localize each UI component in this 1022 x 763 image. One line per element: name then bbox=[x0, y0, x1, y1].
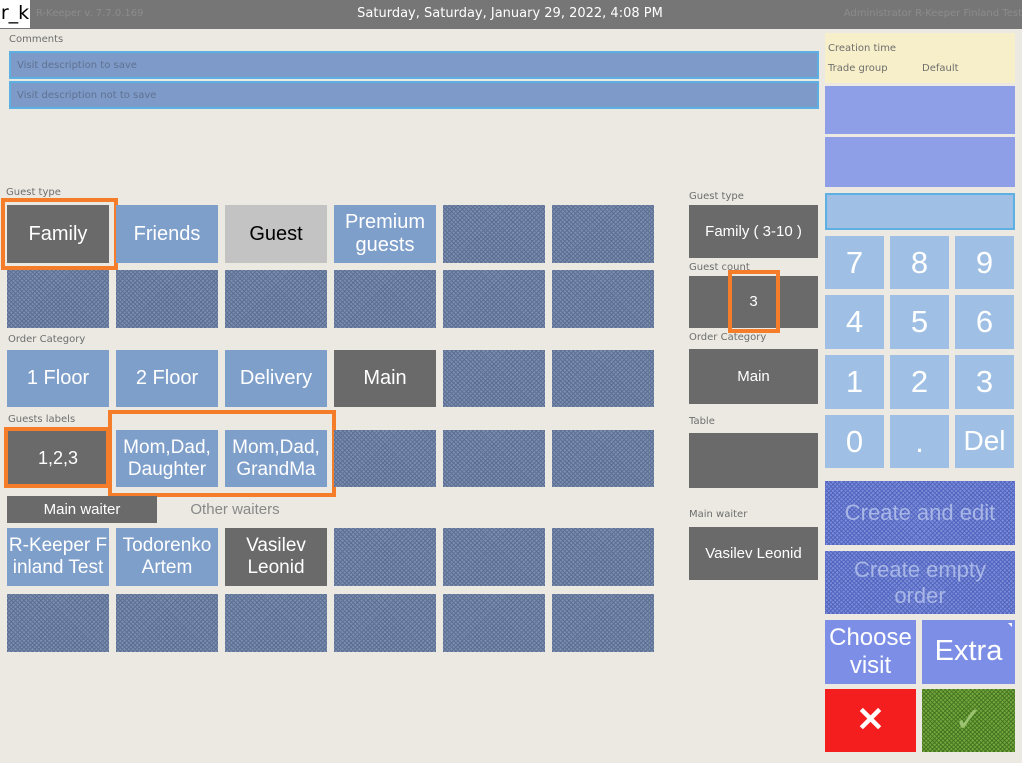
guest-type-premium-button[interactable]: Premium guests bbox=[334, 205, 436, 263]
empty-slot bbox=[443, 528, 545, 586]
empty-slot bbox=[225, 594, 327, 652]
current-user: Administrator R-Keeper Finland Test bbox=[843, 8, 1022, 19]
key-dot[interactable]: . bbox=[890, 415, 949, 468]
empty-slot bbox=[552, 270, 654, 328]
key-9[interactable]: 9 bbox=[955, 236, 1014, 289]
info-area-2 bbox=[825, 137, 1015, 187]
numeric-entry-field[interactable] bbox=[825, 193, 1015, 230]
empty-slot bbox=[7, 594, 109, 652]
empty-slot bbox=[7, 270, 109, 328]
highlight-family bbox=[1, 198, 118, 270]
key-6[interactable]: 6 bbox=[955, 295, 1014, 349]
empty-slot bbox=[443, 205, 545, 263]
key-7[interactable]: 7 bbox=[825, 236, 884, 289]
order-category-2floor-button[interactable]: 2 Floor bbox=[116, 350, 218, 407]
highlight-family-labels bbox=[108, 410, 336, 497]
summary-guest-type[interactable]: Family ( 3-10 ) bbox=[689, 205, 818, 258]
app-version: R-Keeper v. 7.7.0.169 bbox=[36, 8, 144, 19]
comment-row-save[interactable]: Visit description to save bbox=[9, 51, 819, 79]
highlight-guest-count bbox=[728, 270, 780, 333]
dropdown-corner-icon bbox=[1008, 623, 1012, 627]
empty-slot bbox=[552, 528, 654, 586]
summary-order-category[interactable]: Main bbox=[689, 349, 818, 404]
empty-slot bbox=[443, 270, 545, 328]
guest-labels-label: Guests labels bbox=[8, 414, 76, 425]
summary-guest-type-label: Guest type bbox=[689, 191, 744, 202]
empty-slot bbox=[443, 594, 545, 652]
empty-slot bbox=[116, 594, 218, 652]
visit-info-panel: Creation time Trade group Default bbox=[825, 33, 1015, 83]
trade-group-value: Default bbox=[922, 63, 959, 74]
summary-table[interactable] bbox=[689, 433, 818, 488]
waiter-vasilev-leonid-button[interactable]: Vasilev Leonid bbox=[225, 528, 327, 586]
empty-slot bbox=[116, 270, 218, 328]
key-0[interactable]: 0 bbox=[825, 415, 884, 468]
app-logo: r_k bbox=[0, 0, 30, 28]
trade-group-label: Trade group bbox=[828, 63, 888, 74]
info-area-1 bbox=[825, 86, 1015, 134]
empty-slot bbox=[334, 528, 436, 586]
key-delete[interactable]: Del bbox=[955, 415, 1014, 468]
summary-table-label: Table bbox=[689, 416, 715, 427]
empty-slot bbox=[443, 350, 545, 407]
key-2[interactable]: 2 bbox=[890, 355, 949, 409]
create-and-edit-button[interactable]: Create and edit bbox=[825, 481, 1015, 545]
waiter-todorenko-artem-button[interactable]: Todorenko Artem bbox=[116, 528, 218, 586]
key-8[interactable]: 8 bbox=[890, 236, 949, 289]
current-datetime: Saturday, Saturday, January 29, 2022, 4:… bbox=[357, 6, 663, 21]
empty-slot bbox=[552, 594, 654, 652]
close-icon: ✕ bbox=[856, 700, 885, 739]
empty-slot bbox=[334, 270, 436, 328]
key-3[interactable]: 3 bbox=[955, 355, 1014, 409]
creation-time-label: Creation time bbox=[828, 43, 897, 54]
empty-slot bbox=[552, 205, 654, 263]
empty-slot bbox=[225, 270, 327, 328]
empty-slot bbox=[552, 350, 654, 407]
empty-slot bbox=[334, 430, 436, 487]
cancel-button[interactable]: ✕ bbox=[825, 689, 916, 752]
extra-button[interactable]: Extra bbox=[922, 620, 1015, 684]
extra-button-label: Extra bbox=[934, 635, 1003, 668]
waiter-rkeeper-test-button[interactable]: R-Keeper Finland Test bbox=[7, 528, 109, 586]
ok-button[interactable]: ✓ bbox=[922, 689, 1015, 752]
summary-main-waiter[interactable]: Vasilev Leonid bbox=[689, 527, 818, 580]
key-5[interactable]: 5 bbox=[890, 295, 949, 349]
comments-label: Comments bbox=[9, 34, 64, 45]
empty-slot bbox=[443, 430, 545, 487]
key-1[interactable]: 1 bbox=[825, 355, 884, 409]
highlight-guest-label bbox=[4, 427, 110, 488]
order-category-main-button[interactable]: Main bbox=[334, 350, 436, 407]
empty-slot bbox=[552, 430, 654, 487]
choose-visit-button[interactable]: Choose visit bbox=[825, 620, 916, 684]
guest-type-guest-button[interactable]: Guest bbox=[225, 205, 327, 263]
key-4[interactable]: 4 bbox=[825, 295, 884, 349]
order-category-label: Order Category bbox=[8, 334, 86, 345]
summary-main-waiter-label: Main waiter bbox=[689, 509, 748, 520]
checkmark-icon: ✓ bbox=[954, 700, 983, 739]
create-empty-order-button[interactable]: Create empty order bbox=[825, 551, 1015, 614]
tab-main-waiter[interactable]: Main waiter bbox=[7, 496, 157, 523]
summary-order-category-label: Order Category bbox=[689, 332, 767, 343]
comment-row-not-save[interactable]: Visit description not to save bbox=[9, 81, 819, 109]
guest-type-label: Guest type bbox=[6, 187, 61, 198]
order-category-1floor-button[interactable]: 1 Floor bbox=[7, 350, 109, 407]
guest-type-friends-button[interactable]: Friends bbox=[116, 205, 218, 263]
empty-slot bbox=[334, 594, 436, 652]
tab-other-waiters[interactable]: Other waiters bbox=[160, 496, 310, 523]
order-category-delivery-button[interactable]: Delivery bbox=[225, 350, 327, 407]
